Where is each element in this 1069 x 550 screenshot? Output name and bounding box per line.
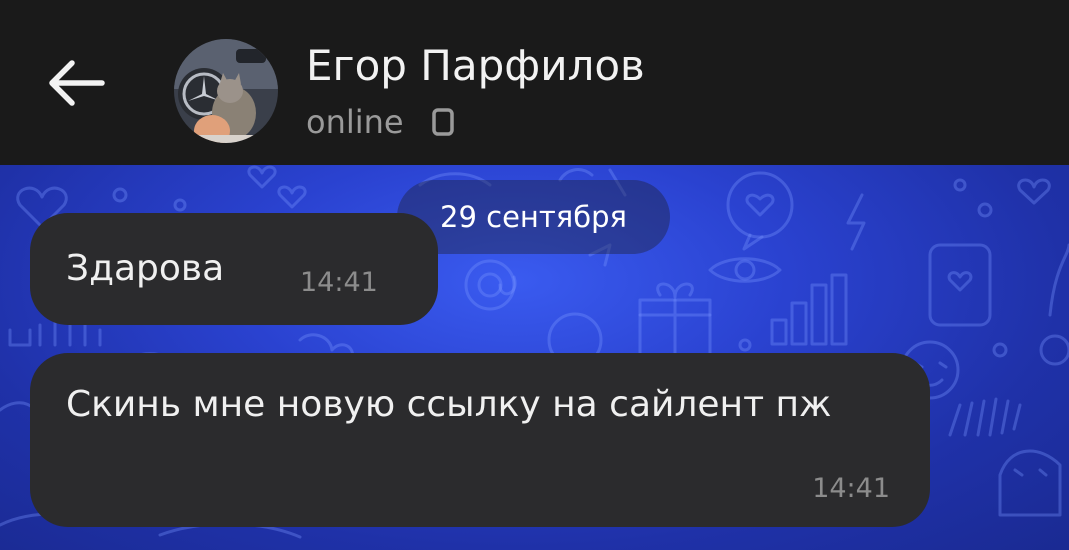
message-time: 14:41	[300, 267, 378, 298]
date-separator-label: 29 сентября	[440, 200, 627, 234]
message-bubble[interactable]: Скинь мне новую ссылку на сайлент пж 14:…	[30, 353, 930, 527]
contact-status: online	[306, 103, 404, 141]
contact-name[interactable]: Егор Парфилов	[306, 38, 645, 94]
chat-area[interactable]: 29 сентября Здарова 14:41 Скинь мне нову…	[0, 165, 1069, 550]
message-text: Скинь мне новую ссылку на сайлент пж	[66, 384, 832, 425]
message-time: 14:41	[812, 473, 890, 504]
message-text: Здарова	[66, 248, 225, 289]
date-separator: 29 сентября	[397, 180, 670, 254]
message-bubble[interactable]: Здарова 14:41	[30, 213, 438, 325]
phone-icon	[432, 108, 454, 136]
chat-screen: Егор Парфилов online 29 сентября Здарова…	[0, 0, 1069, 550]
avatar-image	[174, 39, 278, 143]
avatar[interactable]	[174, 39, 278, 143]
back-button[interactable]	[40, 45, 116, 121]
arrow-left-icon	[49, 60, 105, 106]
chat-header: Егор Парфилов online	[0, 0, 1069, 165]
